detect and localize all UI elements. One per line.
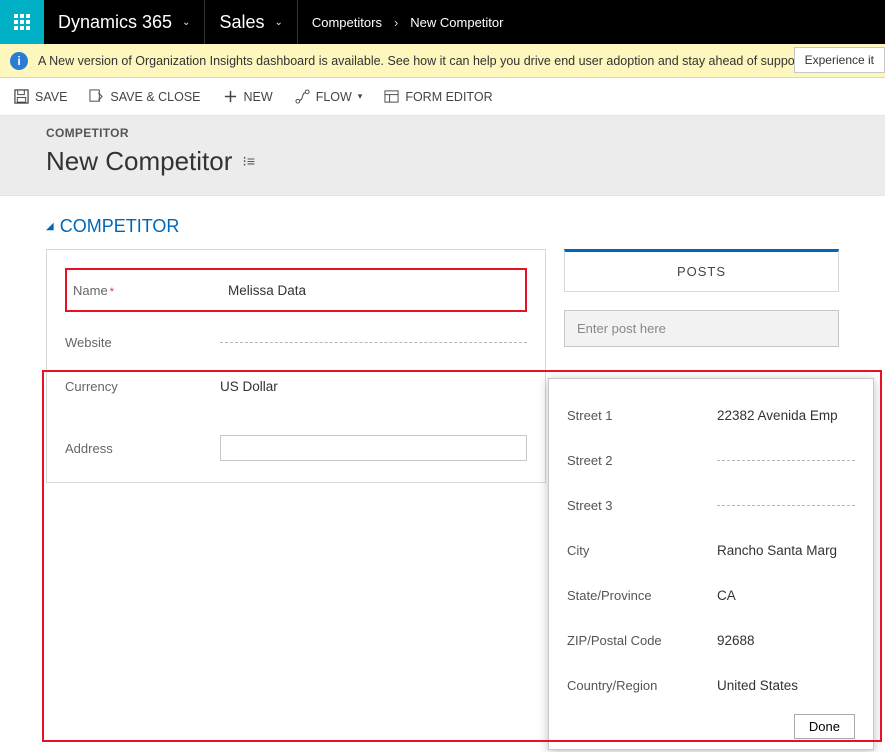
currency-field-row: Currency US Dollar — [65, 364, 527, 408]
street3-value[interactable] — [717, 505, 855, 506]
save-button[interactable]: SAVE — [14, 89, 67, 104]
nav-module[interactable]: Sales ⌄ — [205, 0, 297, 44]
address-flyout: Street 1 22382 Avenida Emp Street 2 Stre… — [548, 378, 874, 750]
save-icon — [14, 89, 29, 104]
city-label: City — [567, 543, 717, 558]
zip-value[interactable]: 92688 — [717, 633, 855, 648]
currency-value[interactable]: US Dollar — [220, 379, 527, 394]
post-input[interactable]: Enter post here — [564, 310, 839, 347]
address-input[interactable] — [220, 435, 527, 461]
form-editor-button[interactable]: FORM EDITOR — [384, 89, 492, 104]
website-value[interactable] — [220, 342, 527, 343]
flow-icon — [295, 89, 310, 104]
form-editor-icon — [384, 89, 399, 104]
caret-down-icon: ▾ — [358, 91, 363, 102]
plus-icon — [223, 89, 238, 104]
new-button[interactable]: NEW — [223, 89, 273, 104]
street1-label: Street 1 — [567, 408, 717, 423]
competitor-form-card: Name* Melissa Data Website Currency US D… — [46, 249, 546, 483]
website-label: Website — [65, 335, 220, 350]
breadcrumb-parent[interactable]: Competitors — [312, 15, 382, 30]
save-close-icon — [89, 89, 104, 104]
website-field-row: Website — [65, 320, 527, 364]
section-header-competitor[interactable]: ◢ COMPETITOR — [46, 216, 839, 237]
state-label: State/Province — [567, 588, 717, 603]
nav-product-label: Dynamics 365 — [58, 12, 172, 33]
street2-value[interactable] — [717, 460, 855, 461]
info-icon: i — [10, 52, 28, 70]
state-value[interactable]: CA — [717, 588, 855, 603]
command-bar: SAVE SAVE & CLOSE NEW FLOW ▾ FORM EDITOR — [0, 78, 885, 116]
flow-button[interactable]: FLOW ▾ — [295, 89, 363, 104]
form-selector-icon[interactable]: ⁝≡ — [242, 153, 255, 170]
nav-product[interactable]: Dynamics 365 ⌄ — [44, 0, 205, 44]
form-editor-label: FORM EDITOR — [405, 90, 492, 104]
page-title: New Competitor — [46, 146, 232, 177]
form-header: COMPETITOR New Competitor ⁝≡ — [0, 116, 885, 196]
chevron-down-icon: ⌄ — [182, 17, 190, 28]
currency-label: Currency — [65, 379, 220, 394]
nav-module-label: Sales — [219, 12, 264, 33]
save-and-close-button[interactable]: SAVE & CLOSE — [89, 89, 200, 104]
app-launcher-button[interactable] — [0, 0, 44, 44]
save-label: SAVE — [35, 90, 67, 104]
notification-text: A New version of Organization Insights d… — [38, 54, 845, 68]
chevron-right-icon: › — [394, 15, 398, 30]
breadcrumb: Competitors › New Competitor — [298, 0, 518, 44]
notification-bar: i A New version of Organization Insights… — [0, 44, 885, 78]
address-label: Address — [65, 441, 220, 456]
name-label: Name* — [73, 283, 228, 298]
save-close-label: SAVE & CLOSE — [110, 90, 200, 104]
collapse-icon: ◢ — [46, 221, 54, 232]
entity-label: COMPETITOR — [46, 126, 839, 140]
experience-it-button[interactable]: Experience it — [794, 47, 885, 73]
global-nav-bar: Dynamics 365 ⌄ Sales ⌄ Competitors › New… — [0, 0, 885, 44]
done-button[interactable]: Done — [794, 714, 855, 739]
tab-posts[interactable]: POSTS — [564, 249, 839, 292]
breadcrumb-current: New Competitor — [410, 15, 503, 30]
street2-label: Street 2 — [567, 453, 717, 468]
section-title: COMPETITOR — [60, 216, 180, 237]
country-label: Country/Region — [567, 678, 717, 693]
new-label: NEW — [244, 90, 273, 104]
name-field-row: Name* Melissa Data — [65, 268, 527, 312]
flow-label: FLOW — [316, 90, 352, 104]
waffle-icon — [14, 14, 30, 30]
address-field-row: Address — [65, 426, 527, 470]
street1-value[interactable]: 22382 Avenida Emp — [717, 408, 855, 423]
country-value[interactable]: United States — [717, 678, 855, 693]
street3-label: Street 3 — [567, 498, 717, 513]
name-value[interactable]: Melissa Data — [228, 283, 519, 298]
chevron-down-icon: ⌄ — [274, 17, 282, 28]
zip-label: ZIP/Postal Code — [567, 633, 717, 648]
city-value[interactable]: Rancho Santa Marg — [717, 543, 855, 558]
required-indicator: * — [110, 286, 114, 298]
